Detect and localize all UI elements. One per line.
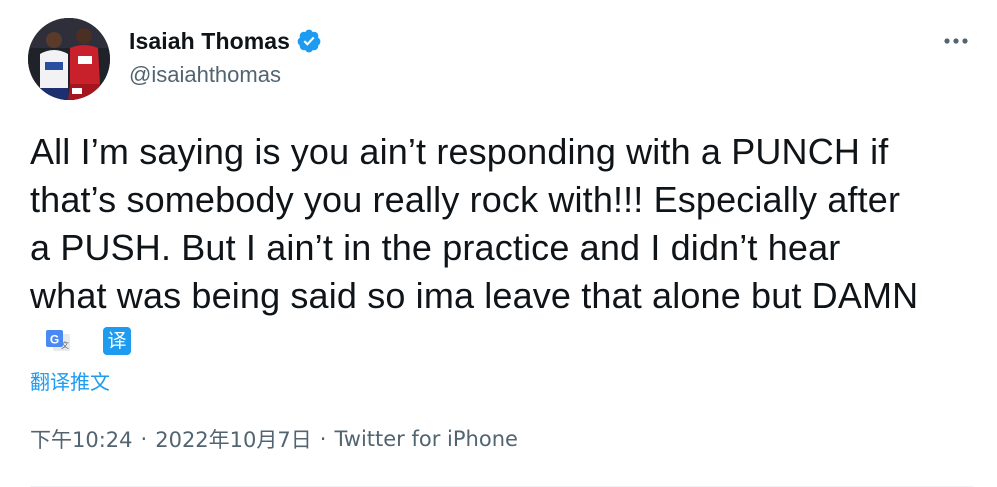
author-handle[interactable]: @isaiahthomas	[129, 62, 322, 88]
meta-separator: ·	[319, 427, 327, 451]
tweet-time[interactable]: 下午10:24	[30, 424, 133, 454]
tweet-date[interactable]: 2022年10月7日	[155, 424, 312, 454]
avatar[interactable]	[28, 18, 110, 100]
translate-icon[interactable]: 译	[103, 327, 131, 355]
avatar-image	[28, 18, 110, 100]
translate-tweet-link[interactable]: 翻译推文	[30, 366, 110, 395]
meta-separator: ·	[140, 427, 148, 451]
author-block: Isaiah Thomas @isaiahthomas	[129, 24, 322, 88]
author-name-row: Isaiah Thomas	[129, 24, 322, 58]
svg-text:G: G	[50, 333, 59, 347]
tweet-text: All I’m saying is you ain’t responding w…	[30, 131, 919, 316]
more-options-icon[interactable]	[941, 30, 971, 52]
tweet-card: Isaiah Thomas @isaiahthomas All I’m sayi…	[0, 0, 997, 487]
author-display-name[interactable]: Isaiah Thomas	[129, 28, 290, 55]
verified-badge-icon[interactable]	[296, 28, 322, 54]
translate-icons: 文 G 译	[44, 327, 131, 355]
google-translate-icon[interactable]: 文 G	[44, 327, 72, 355]
tweet-meta: 下午10:24 · 2022年10月7日 · Twitter for iPhon…	[30, 424, 518, 454]
tweet-source[interactable]: Twitter for iPhone	[334, 427, 518, 451]
